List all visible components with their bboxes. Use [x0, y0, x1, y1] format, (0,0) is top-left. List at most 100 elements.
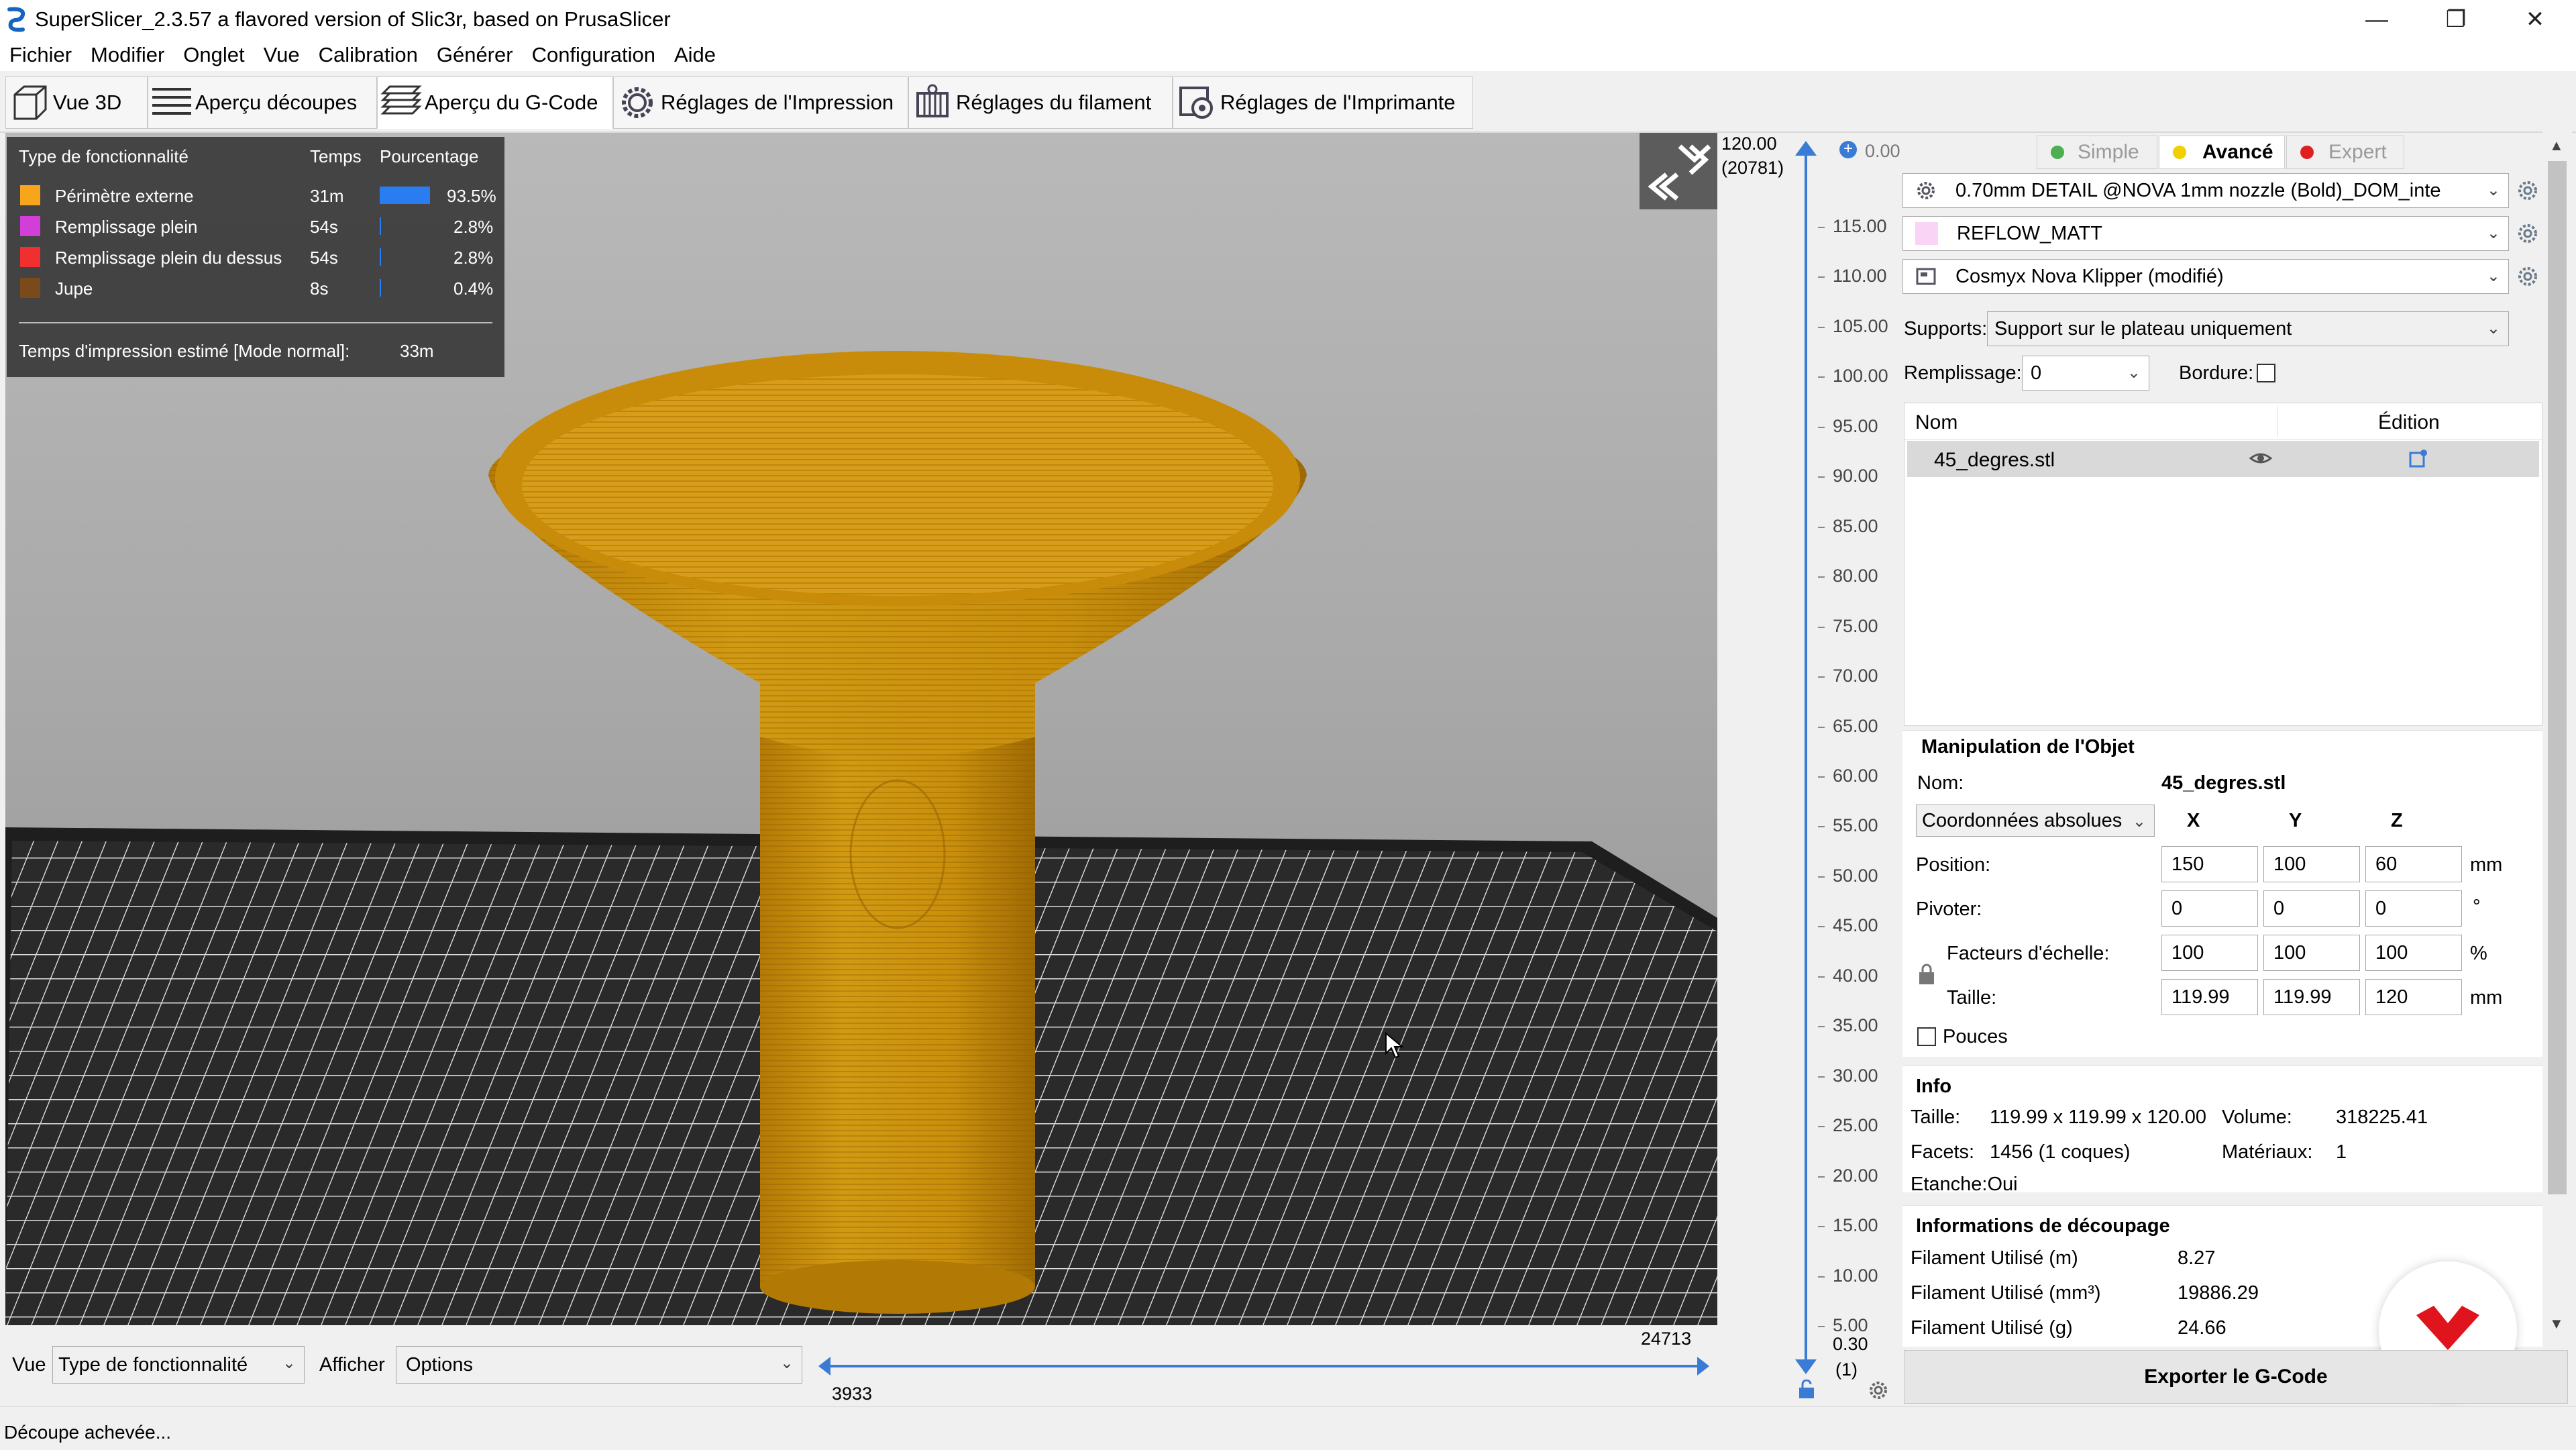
layer-slider-track[interactable] — [1805, 148, 1807, 1362]
layer-tick-mark — [1818, 476, 1825, 478]
export-gcode-button[interactable]: Exporter le G-Code — [1904, 1350, 2568, 1404]
layers-icon — [148, 79, 195, 126]
info-volume-label: Volume: — [2222, 1106, 2292, 1128]
position-z-field[interactable]: 60 — [2365, 846, 2462, 882]
object-row[interactable]: 45_degres.stl — [1907, 441, 2539, 477]
scroll-thumb[interactable] — [2548, 161, 2567, 1194]
menu-vue[interactable]: Vue — [254, 43, 309, 67]
mode-expert-label: Expert — [2328, 141, 2387, 163]
edit-icon[interactable] — [2408, 448, 2429, 474]
scroll-up-icon[interactable]: ▲ — [2549, 137, 2564, 154]
name-value: 45_degres.stl — [2161, 772, 2286, 794]
tab-slice-preview[interactable]: Aperçu découpes — [148, 76, 377, 129]
bottom-height: 0.30 — [1833, 1334, 1868, 1354]
rotate-unit: ° — [2473, 896, 2481, 917]
move-slider-right-thumb[interactable] — [1697, 1357, 1709, 1376]
tab-gcode-preview[interactable]: Aperçu du G-Code — [377, 76, 613, 129]
layer-tick-label: 35.00 — [1833, 1015, 1878, 1035]
size-label: Taille: — [1947, 987, 1997, 1008]
tab-printer-settings[interactable]: Réglages de l'Imprimante — [1173, 76, 1473, 129]
supports-combo[interactable]: Support sur le plateau uniquement ⌄ — [1987, 311, 2509, 346]
brim-checkbox[interactable] — [2257, 364, 2275, 382]
bottom-thumb[interactable] — [1795, 1359, 1817, 1374]
slider-settings-gear-icon[interactable] — [1868, 1380, 1889, 1401]
menu-fichier[interactable]: Fichier — [0, 43, 81, 67]
top-height: 120.00 — [1721, 134, 1777, 154]
size-y-field[interactable]: 119.99 — [2263, 979, 2360, 1015]
window-title: SuperSlicer_2.3.57 a flavored version of… — [35, 7, 671, 31]
tab-filament-settings[interactable]: Réglages du filament — [908, 76, 1173, 129]
scale-lock-icon[interactable] — [1917, 963, 1936, 986]
slice-info-value: 19886.29 — [2178, 1282, 2259, 1304]
rotate-y-field[interactable]: 0 — [2263, 890, 2360, 927]
print-preset-combo[interactable]: 0.70mm DETAIL @NOVA 1mm nozzle (Bold)_DO… — [1902, 173, 2509, 208]
move-slider-track[interactable] — [829, 1365, 1704, 1367]
position-x-field[interactable]: 150 — [2161, 846, 2258, 882]
scale-y-field[interactable]: 100 — [2263, 935, 2360, 971]
collapse-sidebar-button[interactable] — [1640, 133, 1717, 209]
position-y-field[interactable]: 100 — [2263, 846, 2360, 882]
mode-expert-button[interactable]: Expert — [2286, 136, 2404, 169]
printer-preset-combo[interactable]: Cosmyx Nova Klipper (modifié) ⌄ — [1902, 259, 2509, 294]
infill-combo[interactable]: 0 ⌄ — [2022, 356, 2149, 391]
maximize-button[interactable]: ❐ — [2416, 0, 2496, 39]
legend-row[interactable]: Jupe 8s 0.4% — [7, 272, 504, 303]
mode-advanced-label: Avancé — [2202, 141, 2273, 163]
legend-row[interactable]: Périmètre externe 31m 93.5% — [7, 180, 504, 211]
mode-advanced-button[interactable]: Avancé — [2159, 136, 2285, 169]
scroll-down-icon[interactable]: ▼ — [2549, 1315, 2564, 1333]
info-materials-label: Matériaux: — [2222, 1141, 2313, 1163]
object-list-header: Nom Édition — [1904, 403, 2542, 440]
view-type-combo[interactable]: Type de fonctionnalité ⌄ — [52, 1346, 305, 1384]
info-facets-value: 1456 (1 coques) — [1990, 1141, 2131, 1163]
info-facets-label: Facets: — [1911, 1141, 1975, 1163]
top-thumb[interactable] — [1795, 141, 1817, 156]
filament-preset-settings-icon[interactable] — [2516, 221, 2540, 246]
print-preset-settings-icon[interactable] — [2516, 178, 2540, 203]
layer-tick-label: 40.00 — [1833, 966, 1878, 986]
header-name: Nom — [1915, 411, 1958, 433]
close-button[interactable]: ✕ — [2496, 0, 2575, 39]
red-dot-icon — [2300, 146, 2314, 159]
printer-preset-settings-icon[interactable] — [2516, 264, 2540, 289]
menu-configuration[interactable]: Configuration — [523, 43, 665, 67]
coordinates-combo[interactable]: Coordonnées absolues ⌄ — [1916, 805, 2155, 837]
lock-icon[interactable] — [1798, 1379, 1815, 1400]
size-x-field[interactable]: 119.99 — [2161, 979, 2258, 1015]
layer-tick-label: 60.00 — [1833, 766, 1878, 786]
menu-aide[interactable]: Aide — [665, 43, 725, 67]
right-panel-scrollbar[interactable]: ▲ ▼ — [2542, 132, 2572, 1346]
move-left-value: 3933 — [832, 1384, 873, 1404]
layer-tick-mark — [1818, 1126, 1825, 1127]
eye-icon[interactable] — [2249, 449, 2273, 472]
menu-modifier[interactable]: Modifier — [81, 43, 174, 67]
legend-row[interactable]: Remplissage plein 54s 2.8% — [7, 211, 504, 242]
filament-preset-combo[interactable]: REFLOW_MATT ⌄ — [1902, 216, 2509, 251]
layer-tick-label: 15.00 — [1833, 1215, 1878, 1235]
info-size-label: Taille: — [1911, 1106, 1961, 1128]
inches-checkbox[interactable] — [1917, 1027, 1936, 1046]
add-pause-icon[interactable]: + — [1839, 141, 1857, 158]
tab-label: Réglages de l'Impression — [661, 91, 894, 114]
size-z-field[interactable]: 120 — [2365, 979, 2462, 1015]
layer-tick-label: 70.00 — [1833, 666, 1878, 686]
minimize-button[interactable]: — — [2337, 0, 2416, 39]
menu-calibration[interactable]: Calibration — [309, 43, 427, 67]
chevron-down-icon: ⌄ — [2127, 364, 2141, 382]
scale-x-field[interactable]: 100 — [2161, 935, 2258, 971]
layer-tick-mark — [1818, 227, 1825, 228]
rotate-z-field[interactable]: 0 — [2365, 890, 2462, 927]
tab-3d-view[interactable]: Vue 3D — [5, 76, 148, 129]
legend-name: Remplissage plein — [55, 217, 198, 237]
move-slider-left-thumb[interactable] — [818, 1357, 830, 1376]
menu-generer[interactable]: Générer — [427, 43, 523, 67]
legend-row[interactable]: Remplissage plein du dessus 54s 2.8% — [7, 242, 504, 272]
menu-onglet[interactable]: Onglet — [174, 43, 254, 67]
tab-print-settings[interactable]: Réglages de l'Impression — [613, 76, 908, 129]
scale-z-field[interactable]: 100 — [2365, 935, 2462, 971]
show-options-combo[interactable]: Options ⌄ — [396, 1346, 802, 1384]
name-label: Nom: — [1917, 772, 1964, 794]
mode-simple-button[interactable]: Simple — [2037, 136, 2157, 169]
layer-tick-mark — [1818, 327, 1825, 328]
rotate-x-field[interactable]: 0 — [2161, 890, 2258, 927]
